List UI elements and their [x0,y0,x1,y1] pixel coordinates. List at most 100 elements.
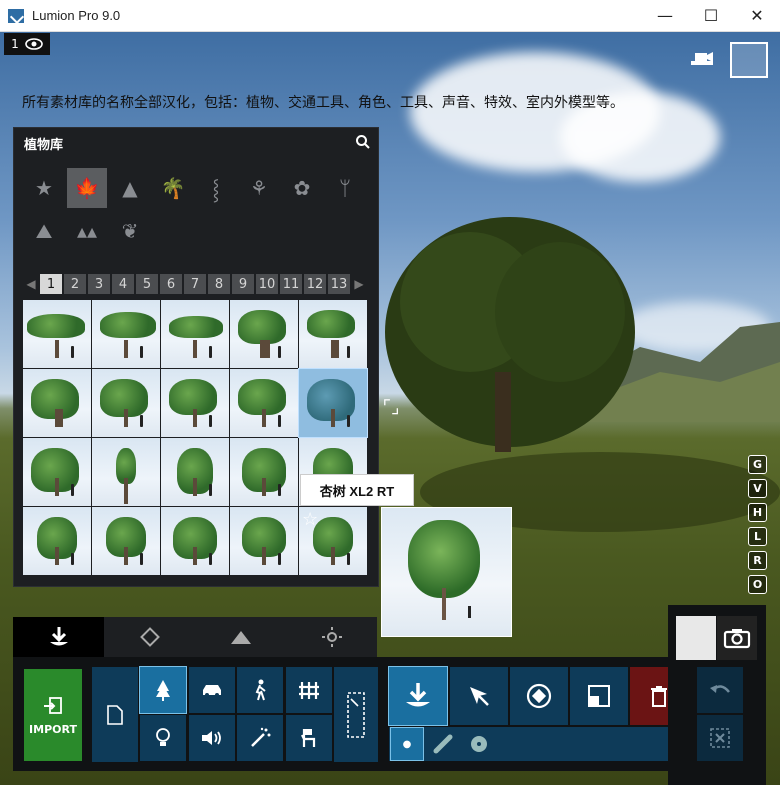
key-g[interactable]: G [748,455,767,474]
page-button[interactable]: 9 [232,274,254,294]
page-button[interactable]: 8 [208,274,230,294]
indoor-category-button[interactable] [286,715,332,761]
page-button[interactable]: 13 [328,274,350,294]
place-object-button[interactable] [388,666,448,726]
line-place-icon[interactable] [427,728,459,760]
dashed-selection-icon [347,691,365,738]
view-number: 1 [11,37,19,51]
forest-icon[interactable]: ▴▴ [67,211,107,251]
tree-thumbnail[interactable] [230,507,298,575]
key-v[interactable]: V [748,479,767,498]
model-thumbnail-grid: ☆ [23,300,368,575]
plant-library-panel: 植物库 ★ 🍁 ▲ 🌴 ⸾ ⚘ ✿ ᛘ ⛰ ▴▴ ❦ ◀ 1 2 3 4 5 6… [13,127,379,587]
favorites-star-icon[interactable]: ★ [24,168,64,208]
maximize-button[interactable]: ☐ [688,0,734,31]
mode-tabs [13,617,377,657]
camera-view-icon[interactable] [688,45,716,75]
tree-thumbnail[interactable] [230,369,298,437]
deciduous-leaf-icon[interactable]: 🍁 [67,168,107,208]
description-note: 所有素材库的名称全部汉化，包括：植物、交通工具、角色、工具、声音、特效、室内外模… [22,94,624,110]
page-button[interactable]: 3 [88,274,110,294]
page-button[interactable]: 6 [160,274,182,294]
tree-thumbnail[interactable] [161,507,229,575]
shortcut-keys: G V H L R O [748,455,767,594]
model-preview [381,507,512,637]
key-h[interactable]: H [748,503,767,522]
build-mode-thumbnail[interactable] [676,616,716,660]
tree-thumbnail[interactable] [299,300,367,368]
scale-button[interactable] [570,667,628,725]
palm-icon[interactable]: 🌴 [153,168,193,208]
cluster-place-icon[interactable] [463,728,495,760]
tree-thumbnail[interactable]: ☆ [299,507,367,575]
sound-category-button[interactable] [189,715,235,761]
import-button[interactable]: IMPORT [24,669,82,761]
page-button[interactable]: 4 [112,274,134,294]
outdoor-category-button[interactable] [286,667,332,713]
lights-category-button[interactable] [140,715,186,761]
nature-category-button[interactable] [139,666,187,714]
tree-thumbnail[interactable] [92,300,160,368]
undo-icon [710,685,730,693]
tree-thumbnail[interactable] [161,369,229,437]
people-category-button[interactable] [237,667,283,713]
single-place-icon[interactable]: ● [390,727,424,761]
tree-thumbnail[interactable] [230,438,298,506]
single-leaf-icon[interactable]: ❦ [110,211,150,251]
prev-page-icon[interactable]: ◀ [24,277,38,291]
tree-thumbnail[interactable] [23,507,91,575]
cactus-icon[interactable]: ᛘ [325,168,365,208]
conifer-icon[interactable]: ▲ [110,168,150,208]
tree-thumbnail[interactable] [161,438,229,506]
plant-icon[interactable]: ⚘ [239,168,279,208]
flower-icon[interactable]: ✿ [282,168,322,208]
tree-thumbnail[interactable] [92,507,160,575]
tree-thumbnail-selected[interactable] [298,368,368,438]
tab-materials[interactable] [104,617,195,657]
page-button[interactable]: 2 [64,274,86,294]
tree-thumbnail[interactable] [161,300,229,368]
tree-thumbnail[interactable] [230,300,298,368]
delete-selection-button[interactable] [697,715,743,761]
tree-thumbnail[interactable] [23,369,91,437]
next-page-icon[interactable]: ▶ [352,277,366,291]
close-button[interactable]: ✕ [734,0,780,31]
cancel-box-icon [710,728,730,748]
page-button[interactable]: 11 [280,274,302,294]
undo-button[interactable] [697,667,743,713]
view-badge[interactable]: 1 [4,33,50,55]
screen-frame-icon[interactable] [730,42,768,78]
key-l[interactable]: L [748,527,767,546]
page-button[interactable]: 12 [304,274,326,294]
tree-thumbnail[interactable] [92,438,160,506]
speaker-icon [202,731,221,745]
trash-icon [651,686,667,707]
library-title: 植物库 [24,137,64,152]
page-button[interactable]: 10 [256,274,278,294]
mass-placement-button[interactable] [334,667,378,762]
photo-mode-button[interactable] [717,616,757,660]
import-label: IMPORT [29,722,77,736]
page-button[interactable]: 5 [136,274,158,294]
transport-category-button[interactable] [189,667,235,713]
select-move-button[interactable] [450,667,508,725]
grass-icon[interactable]: ⸾ [196,168,236,208]
place-object-icon [49,627,68,646]
new-file-button[interactable] [92,667,138,762]
window-title: Lumion Pro 9.0 [32,8,121,23]
tab-objects[interactable] [13,617,104,657]
rock-icon[interactable]: ⛰ [24,211,64,251]
rotate-button[interactable] [510,667,568,725]
minimize-button[interactable]: — [642,0,688,31]
tab-landscape[interactable] [195,617,286,657]
key-o[interactable]: O [748,575,767,594]
page-button[interactable]: 1 [40,274,62,294]
page-button[interactable]: 7 [184,274,206,294]
tree-thumbnail[interactable] [23,300,91,368]
tree-thumbnail[interactable] [23,438,91,506]
search-icon[interactable] [356,134,370,153]
tab-weather[interactable] [286,617,377,657]
tree-thumbnail[interactable] [92,369,160,437]
key-r[interactable]: R [748,551,767,570]
effects-category-button[interactable] [237,715,283,761]
